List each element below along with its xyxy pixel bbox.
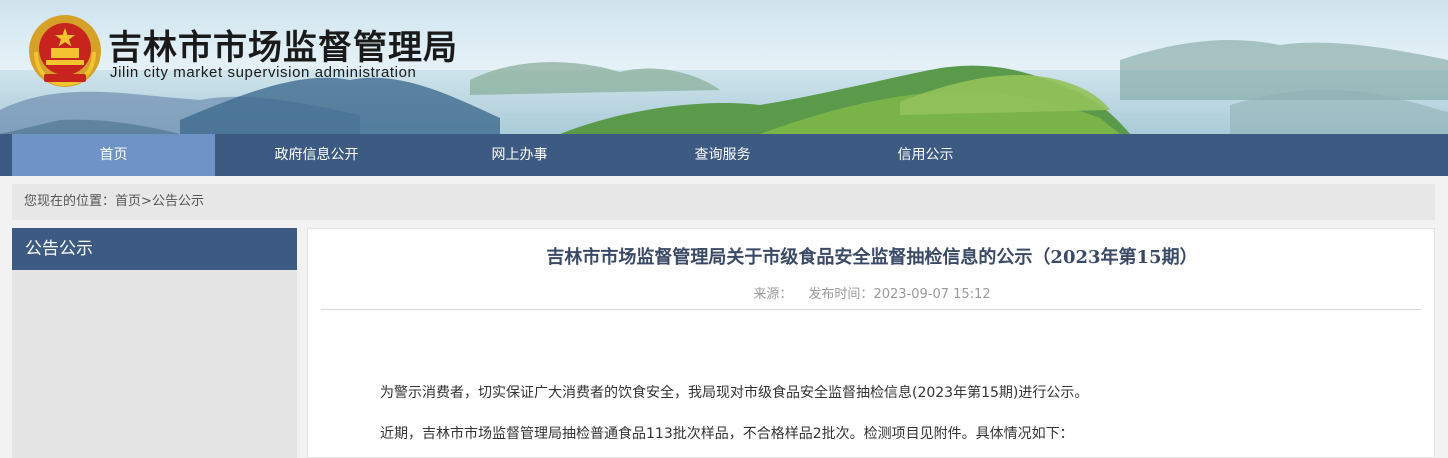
published-label: 发布时间：	[808, 287, 874, 302]
breadcrumb-home-link[interactable]: 首页	[115, 194, 141, 209]
national-emblem-icon	[29, 15, 101, 87]
sidebar-heading[interactable]: 公告公示	[12, 228, 297, 270]
article-paragraph: 近期，吉林市市场监督管理局抽检普通食品113批次样品，不合格样品2批次。检测项目…	[380, 426, 1074, 442]
nav-item-gov-info[interactable]: 政府信息公开	[215, 134, 418, 176]
source-label: 来源：	[753, 287, 793, 302]
breadcrumb-current-link[interactable]: 公告公示	[152, 194, 204, 209]
nav-item-credit-disclosure[interactable]: 信用公示	[824, 134, 1027, 176]
nav-item-home[interactable]: 首页	[12, 134, 215, 176]
site-subtitle: Jilin city market supervision administra…	[110, 64, 417, 81]
sidebar: 公告公示	[12, 228, 297, 458]
breadcrumb-prefix: 您现在的位置：	[24, 194, 116, 209]
published-time: 2023-09-07 15:12	[873, 287, 991, 302]
article-panel: 吉林市市场监督管理局关于市级食品安全监督抽检信息的公示（2023年第15期） 来…	[307, 228, 1435, 458]
divider	[321, 309, 1421, 310]
nav-item-query-services[interactable]: 查询服务	[621, 134, 824, 176]
article-title: 吉林市市场监督管理局关于市级食品安全监督抽检信息的公示（2023年第15期）	[546, 247, 1198, 268]
breadcrumb: 您现在的位置：首页>公告公示	[12, 184, 1435, 220]
site-banner: 吉林市市场监督管理局 Jilin city market supervision…	[0, 0, 1448, 134]
nav-item-online-services[interactable]: 网上办事	[418, 134, 621, 176]
breadcrumb-separator: >	[141, 194, 152, 209]
site-title: 吉林市市场监督管理局	[108, 28, 458, 68]
article-paragraph: 为警示消费者，切实保证广大消费者的饮食安全，我局现对市级食品安全监督抽检信息(2…	[380, 385, 1089, 401]
article-meta: 来源： 发布时间：2023-09-07 15:12	[308, 283, 1436, 302]
main-nav: 首页 政府信息公开 网上办事 查询服务 信用公示	[0, 134, 1448, 176]
